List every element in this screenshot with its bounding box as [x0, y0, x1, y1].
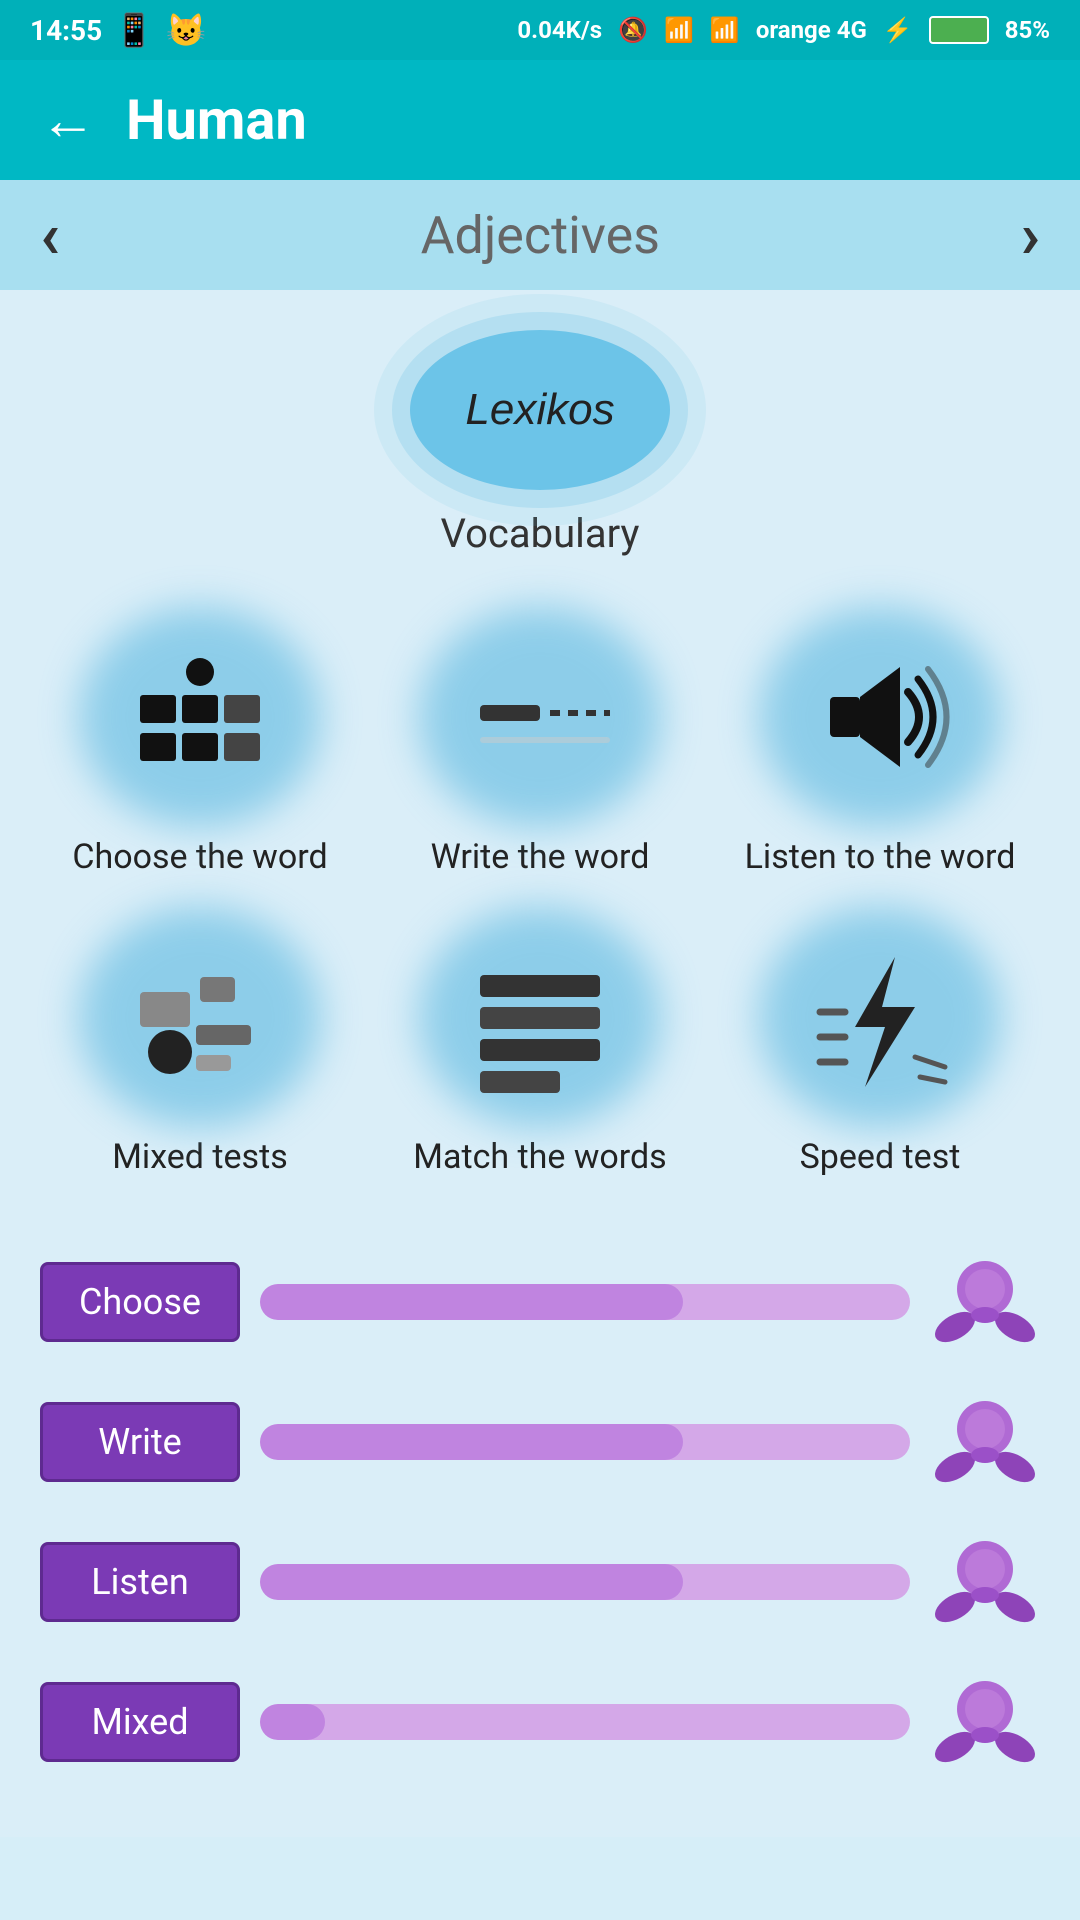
mixed-tests-label: Mixed tests — [112, 1137, 288, 1177]
progress-row-choose: Choose — [40, 1247, 1040, 1357]
speed-icon-container — [770, 917, 990, 1117]
listen-trophy-svg — [930, 1527, 1040, 1637]
listen-progress-bar-container — [260, 1564, 910, 1600]
top-bar: ← Human — [0, 60, 1080, 180]
status-bar: 14:55 📱 😺 0.04K/s 🔕 📶 📶 orange 4G ⚡ 85% — [0, 0, 1080, 60]
mute-icon: 🔕 — [618, 16, 648, 44]
signal-icon: 📶 — [710, 16, 740, 44]
listen-icon-container — [770, 617, 990, 817]
listen-trophy — [930, 1527, 1040, 1637]
progress-row-write: Write — [40, 1387, 1040, 1497]
back-button[interactable]: ← — [40, 92, 96, 148]
write-icon — [460, 637, 620, 797]
time: 14:55 — [30, 14, 102, 47]
choose-the-word-label: Choose the word — [72, 837, 327, 877]
battery-icon: ⚡ — [883, 16, 913, 44]
activity-speed-test[interactable]: Speed test — [720, 917, 1040, 1177]
main-content: Lexikos Vocabulary Choose the word — [0, 290, 1080, 1837]
write-trophy — [930, 1387, 1040, 1497]
page-title: Human — [126, 87, 307, 153]
lexikos-text: Lexikos — [465, 385, 614, 435]
activity-mixed-tests[interactable]: Mixed tests — [40, 917, 360, 1177]
battery-percent: 85% — [1005, 16, 1050, 44]
carrier: orange 4G — [756, 16, 867, 44]
mixed-progress-bar-fill — [260, 1704, 325, 1740]
vocab-section: Lexikos Vocabulary — [410, 330, 670, 557]
wifi-icon: 📶 — [664, 16, 694, 44]
write-progress-button[interactable]: Write — [40, 1402, 240, 1482]
activity-write-the-word[interactable]: Write the word — [380, 617, 700, 877]
activity-match-the-words[interactable]: Match the words — [380, 917, 700, 1177]
choose-trophy-svg — [930, 1247, 1040, 1357]
progress-section: Choose Write — [40, 1247, 1040, 1777]
write-icon-container — [430, 617, 650, 817]
write-trophy-svg — [930, 1387, 1040, 1497]
progress-row-listen: Listen — [40, 1527, 1040, 1637]
prev-category-button[interactable]: ‹ — [40, 198, 60, 273]
vocabulary-label: Vocabulary — [441, 510, 640, 557]
activity-listen-to-the-word[interactable]: Listen to the word — [720, 617, 1040, 877]
match-icon — [460, 937, 620, 1097]
next-category-button[interactable]: › — [1021, 198, 1040, 273]
mixed-icon — [120, 937, 280, 1097]
write-the-word-label: Write the word — [431, 837, 650, 877]
choose-progress-button[interactable]: Choose — [40, 1262, 240, 1342]
choose-progress-bar-fill — [260, 1284, 683, 1320]
status-right: 0.04K/s 🔕 📶 📶 orange 4G ⚡ 85% — [517, 16, 1050, 44]
status-left: 14:55 📱 😺 — [30, 11, 206, 49]
choose-icon-container — [90, 617, 310, 817]
network-speed: 0.04K/s — [517, 16, 602, 44]
write-progress-bar-fill — [260, 1424, 683, 1460]
speed-test-label: Speed test — [800, 1137, 961, 1177]
mixed-progress-button[interactable]: Mixed — [40, 1682, 240, 1762]
mixed-trophy-svg — [930, 1667, 1040, 1777]
category-name: Adjectives — [421, 205, 660, 266]
battery-bar — [929, 16, 989, 44]
choose-trophy — [930, 1247, 1040, 1357]
speed-icon — [800, 937, 960, 1097]
mixed-progress-bar-container — [260, 1704, 910, 1740]
activity-choose-the-word[interactable]: Choose the word — [40, 617, 360, 877]
mixed-trophy — [930, 1667, 1040, 1777]
match-icon-container — [430, 917, 650, 1117]
activity-grid: Choose the word Write the word — [40, 617, 1040, 1177]
mixed-icon-container — [90, 917, 310, 1117]
choose-progress-bar-container — [260, 1284, 910, 1320]
choose-icon — [120, 637, 280, 797]
speaker-icon — [800, 637, 960, 797]
listen-progress-button[interactable]: Listen — [40, 1542, 240, 1622]
match-the-words-label: Match the words — [413, 1137, 666, 1177]
lexikos-logo: Lexikos — [410, 330, 670, 490]
app-icon-1: 📱 — [114, 11, 154, 49]
app-icon-2: 😺 — [166, 11, 206, 49]
write-progress-bar-container — [260, 1424, 910, 1460]
listen-to-the-word-label: Listen to the word — [745, 837, 1016, 877]
progress-row-mixed: Mixed — [40, 1667, 1040, 1777]
category-nav: ‹ Adjectives › — [0, 180, 1080, 290]
listen-progress-bar-fill — [260, 1564, 683, 1600]
